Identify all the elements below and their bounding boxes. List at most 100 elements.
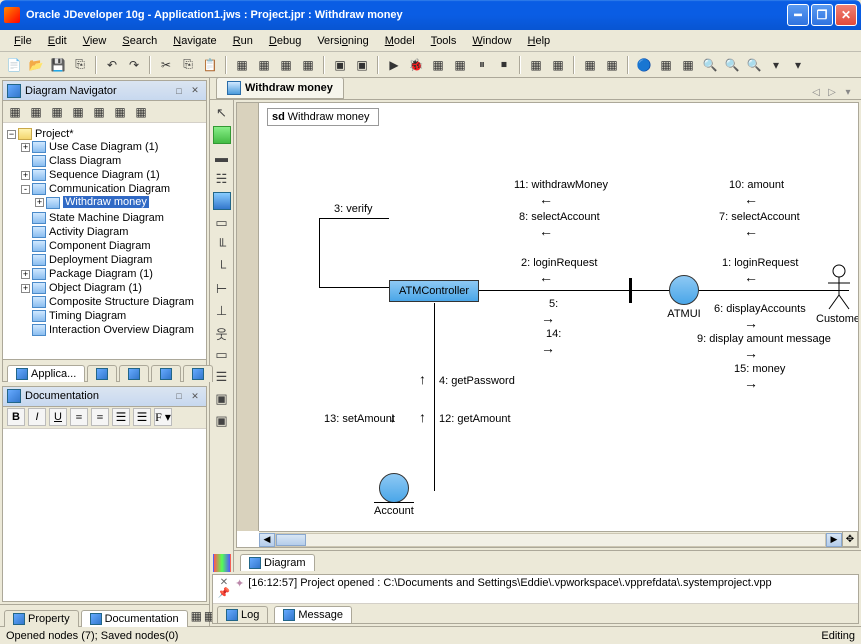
new-button[interactable]: 📄 — [4, 55, 24, 75]
cut-button[interactable]: ✂ — [156, 55, 176, 75]
expander-icon[interactable]: + — [21, 284, 30, 293]
expander-icon[interactable]: + — [21, 270, 30, 279]
toolbar-button[interactable]: ▦ — [656, 55, 676, 75]
menu-versioning[interactable]: Versioning — [309, 33, 376, 49]
zoom-in-button[interactable]: 🔍 — [700, 55, 720, 75]
tree-item[interactable]: Component Diagram — [49, 240, 151, 252]
palette-tool[interactable]: ▬ — [213, 148, 231, 166]
project-tree[interactable]: −Project* +Use Case Diagram (1)Class Dia… — [3, 123, 206, 359]
menu-view[interactable]: View — [75, 33, 115, 49]
palette-tool[interactable]: ▭ — [213, 346, 231, 364]
toolbar-button[interactable]: ▣ — [352, 55, 372, 75]
tab-property[interactable]: Property — [4, 610, 79, 627]
save-button[interactable]: 💾 — [48, 55, 68, 75]
tree-item[interactable]: Composite Structure Diagram — [49, 296, 194, 308]
menu-window[interactable]: Window — [464, 33, 519, 49]
toolbar-button[interactable]: ▦ — [5, 102, 25, 122]
toolbar-button[interactable]: ▦ — [254, 55, 274, 75]
italic-button[interactable]: I — [28, 408, 46, 426]
palette-tool[interactable]: ⊢ — [213, 280, 231, 298]
palette-tool[interactable]: ▣ — [213, 390, 231, 408]
tab-applications[interactable]: Applica... — [7, 365, 85, 382]
panel-close-icon[interactable]: ✕ — [188, 389, 202, 403]
tab-other[interactable] — [119, 365, 149, 382]
tab-next-icon[interactable]: ▷ — [825, 85, 839, 99]
undo-button[interactable]: ↶ — [102, 55, 122, 75]
toolbar-button[interactable]: ▦ — [580, 55, 600, 75]
toolbar-button[interactable]: ▦ — [89, 102, 109, 122]
menu-file[interactable]: File — [6, 33, 40, 49]
toolbar-button[interactable]: ▦ — [602, 55, 622, 75]
align-button[interactable]: ≡ — [91, 408, 109, 426]
list-button[interactable]: ☰ — [133, 408, 151, 426]
expander-icon[interactable]: - — [21, 185, 30, 194]
tab-log[interactable]: Log — [217, 606, 268, 623]
actor-tool[interactable]: 웃 — [213, 324, 231, 342]
tree-item[interactable]: Interaction Overview Diagram — [49, 324, 194, 336]
horizontal-scrollbar[interactable]: ◀ ▶ — [259, 531, 842, 547]
scroll-right-icon[interactable]: ▶ — [826, 533, 842, 547]
diagram-canvas[interactable]: sd Withdraw money ATMController 3: verif… — [259, 103, 858, 531]
expander-icon[interactable]: − — [7, 130, 16, 139]
toolbar-button[interactable]: ▦ — [678, 55, 698, 75]
close-button[interactable]: ✕ — [835, 4, 857, 26]
palette-tool[interactable]: ☰ — [213, 368, 231, 386]
list-button[interactable]: ☰ — [112, 408, 130, 426]
pan-button[interactable]: ✥ — [842, 531, 858, 547]
underline-button[interactable]: U — [49, 408, 67, 426]
run-button[interactable]: ▶ — [384, 55, 404, 75]
tree-item[interactable]: Object Diagram (1) — [49, 282, 142, 294]
console-pin-icon[interactable]: 📌 — [218, 588, 230, 599]
toolbar-button[interactable]: ▦ — [548, 55, 568, 75]
tab-diagram[interactable]: Diagram — [240, 554, 315, 571]
tree-item[interactable]: Communication Diagram — [49, 183, 170, 195]
menu-navigate[interactable]: Navigate — [165, 33, 224, 49]
tab-message[interactable]: Message — [274, 606, 352, 623]
tree-item[interactable]: Deployment Diagram — [49, 254, 152, 266]
tab-other[interactable] — [183, 365, 213, 382]
toolbar-button[interactable]: ▣ — [330, 55, 350, 75]
toolbar-button[interactable]: ▦ — [298, 55, 318, 75]
toolbar-button[interactable]: ▾ — [788, 55, 808, 75]
palette-tool[interactable]: ╙ — [213, 236, 231, 254]
palette-tool[interactable]: ⊥ — [213, 302, 231, 320]
save-all-button[interactable]: ⎘ — [70, 55, 90, 75]
font-button[interactable]: F ▾ — [154, 408, 172, 426]
copy-button[interactable]: ⎘ — [178, 55, 198, 75]
scroll-left-icon[interactable]: ◀ — [259, 533, 275, 547]
palette-tool[interactable] — [213, 192, 231, 210]
expander-icon[interactable]: + — [21, 171, 30, 180]
minimize-button[interactable]: ━ — [787, 4, 809, 26]
tree-item[interactable]: Class Diagram — [49, 155, 121, 167]
toolbar-button[interactable]: ▦ — [450, 55, 470, 75]
palette-tool[interactable]: ☵ — [213, 170, 231, 188]
expander-icon[interactable]: + — [21, 143, 30, 152]
toolbar-button[interactable]: 🔵 — [634, 55, 654, 75]
tab-documentation[interactable]: Documentation — [81, 610, 188, 627]
pause-button[interactable]: ⏸ — [472, 55, 492, 75]
node-atmcontroller[interactable]: ATMController — [389, 280, 479, 302]
menu-help[interactable]: Help — [520, 33, 559, 49]
debug-button[interactable]: 🐞 — [406, 55, 426, 75]
panel-minimize-icon[interactable]: □ — [172, 389, 186, 403]
tree-item[interactable]: Timing Diagram — [49, 310, 126, 322]
node-atmui[interactable] — [669, 275, 699, 305]
zoom-fit-button[interactable]: 🔍 — [744, 55, 764, 75]
menu-run[interactable]: Run — [225, 33, 261, 49]
zoom-out-button[interactable]: 🔍 — [722, 55, 742, 75]
toolbar-button[interactable]: ▦ — [276, 55, 296, 75]
tab-prev-icon[interactable]: ◁ — [809, 85, 823, 99]
tree-item[interactable]: State Machine Diagram — [49, 212, 164, 224]
paste-button[interactable]: 📋 — [200, 55, 220, 75]
scrollbar-thumb[interactable] — [276, 534, 306, 546]
expander-icon[interactable]: + — [35, 198, 44, 207]
redo-button[interactable]: ↷ — [124, 55, 144, 75]
tree-item[interactable]: Sequence Diagram (1) — [49, 169, 160, 181]
tree-item[interactable]: Withdraw money — [63, 196, 149, 208]
toolbar-button[interactable]: ▦ — [131, 102, 151, 122]
maximize-button[interactable]: ❐ — [811, 4, 833, 26]
documentation-textarea[interactable] — [3, 429, 206, 601]
menu-debug[interactable]: Debug — [261, 33, 309, 49]
palette-tool[interactable]: └ — [213, 258, 231, 276]
tree-item[interactable]: Activity Diagram — [49, 226, 128, 238]
